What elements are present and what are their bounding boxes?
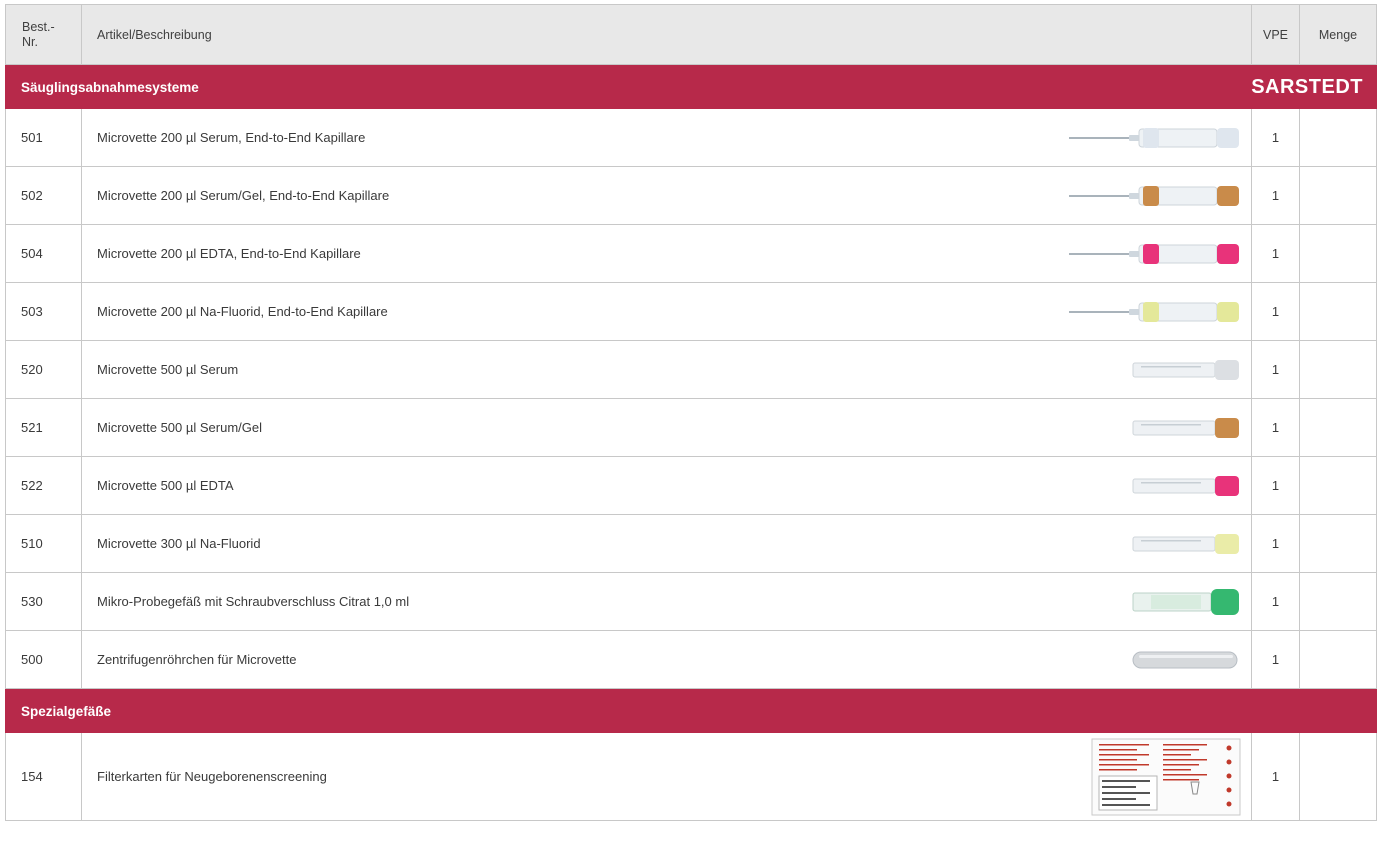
table-row: 510 Microvette 300 µl Na-Fluorid 1 <box>5 515 1377 573</box>
article-description-cell: Microvette 200 µl Serum, End-to-End Kapi… <box>82 109 1252 167</box>
article-description: Microvette 300 µl Na-Fluorid <box>97 536 261 551</box>
article-description-cell: Microvette 200 µl Serum/Gel, End-to-End … <box>82 167 1252 225</box>
article-description: Microvette 200 µl EDTA, End-to-End Kapil… <box>97 246 361 261</box>
product-image <box>1061 231 1241 277</box>
quantity-field[interactable] <box>1300 631 1377 689</box>
product-image <box>1061 115 1241 161</box>
product-image <box>1061 637 1241 683</box>
article-number: 502 <box>5 167 82 225</box>
header-nr-line2: Nr. <box>22 34 38 49</box>
article-description-cell: Microvette 500 µl Serum/Gel <box>82 399 1252 457</box>
quantity-field[interactable] <box>1300 167 1377 225</box>
header-vpe: VPE <box>1252 4 1300 65</box>
table-row: 503 Microvette 200 µl Na-Fluorid, End-to-… <box>5 283 1377 341</box>
article-description: Mikro-Probegefäß mit Schraubverschluss C… <box>97 594 410 609</box>
product-image <box>1061 463 1241 509</box>
order-sheet: Best.- Nr. Artikel/Beschreibung VPE Meng… <box>5 4 1377 821</box>
article-description-cell: Zentrifugenröhrchen für Microvette <box>82 631 1252 689</box>
article-number: 520 <box>5 341 82 399</box>
article-number: 521 <box>5 399 82 457</box>
quantity-field[interactable] <box>1300 225 1377 283</box>
article-description-cell: Microvette 200 µl EDTA, End-to-End Kapil… <box>82 225 1252 283</box>
header-description: Artikel/Beschreibung <box>82 4 1252 65</box>
article-number: 504 <box>5 225 82 283</box>
article-description-cell: Mikro-Probegefäß mit Schraubverschluss C… <box>82 573 1252 631</box>
article-description: Filterkarten für Neugeborenenscreening <box>97 769 327 784</box>
product-image <box>1061 521 1241 567</box>
packaging-unit: 1 <box>1252 631 1300 689</box>
table-row: 504 Microvette 200 µl EDTA, End-to-End Ka… <box>5 225 1377 283</box>
table-row: 522 Microvette 500 µl EDTA 1 <box>5 457 1377 515</box>
packaging-unit: 1 <box>1252 109 1300 167</box>
packaging-unit: 1 <box>1252 573 1300 631</box>
header-nr: Best.- Nr. <box>5 4 82 65</box>
product-image <box>1061 173 1241 219</box>
packaging-unit: 1 <box>1252 283 1300 341</box>
table-header: Best.- Nr. Artikel/Beschreibung VPE Meng… <box>5 4 1377 65</box>
packaging-unit: 1 <box>1252 515 1300 573</box>
article-description: Microvette 500 µl Serum <box>97 362 239 377</box>
article-description: Microvette 200 µl Na-Fluorid, End-to-End… <box>97 304 388 319</box>
header-nr-line1: Best.- <box>22 19 55 34</box>
quantity-field[interactable] <box>1300 283 1377 341</box>
quantity-field[interactable] <box>1300 515 1377 573</box>
article-number: 510 <box>5 515 82 573</box>
product-image <box>1061 347 1241 393</box>
packaging-unit: 1 <box>1252 457 1300 515</box>
table-row: 520 Microvette 500 µl Serum 1 <box>5 341 1377 399</box>
article-number: 154 <box>5 733 82 821</box>
article-description: Microvette 200 µl Serum, End-to-End Kapi… <box>97 130 366 145</box>
quantity-field[interactable] <box>1300 457 1377 515</box>
article-description-cell: Microvette 300 µl Na-Fluorid <box>82 515 1252 573</box>
product-image <box>1061 289 1241 335</box>
section-header: Spezialgefäße <box>5 689 1377 733</box>
article-number: 501 <box>5 109 82 167</box>
product-image <box>1061 579 1241 625</box>
article-description-cell: Microvette 500 µl EDTA <box>82 457 1252 515</box>
product-image <box>1061 737 1241 817</box>
article-number: 503 <box>5 283 82 341</box>
article-description-cell: Microvette 500 µl Serum <box>82 341 1252 399</box>
brand-logo: SARSTEDT <box>1251 75 1363 98</box>
packaging-unit: 1 <box>1252 341 1300 399</box>
article-number: 522 <box>5 457 82 515</box>
article-number: 530 <box>5 573 82 631</box>
packaging-unit: 1 <box>1252 225 1300 283</box>
table-row: 154 Filterkarten für Neugeborenenscreenin… <box>5 733 1377 821</box>
section-title: Säuglingsabnahmesysteme <box>21 79 199 95</box>
section-header: Säuglingsabnahmesysteme SARSTEDT <box>5 65 1377 109</box>
table-body: Säuglingsabnahmesysteme SARSTEDT 501 Microv… <box>5 65 1377 821</box>
packaging-unit: 1 <box>1252 167 1300 225</box>
table-row: 500 Zentrifugenröhrchen für Microvette 1 <box>5 631 1377 689</box>
section-title: Spezialgefäße <box>21 703 112 719</box>
quantity-field[interactable] <box>1300 733 1377 821</box>
table-row: 501 Microvette 200 µl Serum, End-to-End K… <box>5 109 1377 167</box>
article-description-cell: Microvette 200 µl Na-Fluorid, End-to-End… <box>82 283 1252 341</box>
article-description: Microvette 500 µl EDTA <box>97 478 234 493</box>
packaging-unit: 1 <box>1252 733 1300 821</box>
quantity-field[interactable] <box>1300 399 1377 457</box>
packaging-unit: 1 <box>1252 399 1300 457</box>
quantity-field[interactable] <box>1300 573 1377 631</box>
product-image <box>1061 405 1241 451</box>
table-row: 502 Microvette 200 µl Serum/Gel, End-to-E… <box>5 167 1377 225</box>
article-description: Microvette 200 µl Serum/Gel, End-to-End … <box>97 188 390 203</box>
table-row: 521 Microvette 500 µl Serum/Gel 1 <box>5 399 1377 457</box>
article-number: 500 <box>5 631 82 689</box>
quantity-field[interactable] <box>1300 341 1377 399</box>
quantity-field[interactable] <box>1300 109 1377 167</box>
table-row: 530 Mikro-Probegefäß mit Schraubverschlus… <box>5 573 1377 631</box>
article-description: Zentrifugenröhrchen für Microvette <box>97 652 297 667</box>
article-description: Microvette 500 µl Serum/Gel <box>97 420 262 435</box>
header-quantity: Menge <box>1300 4 1377 65</box>
article-description-cell: Filterkarten für Neugeborenenscreening <box>82 733 1252 821</box>
